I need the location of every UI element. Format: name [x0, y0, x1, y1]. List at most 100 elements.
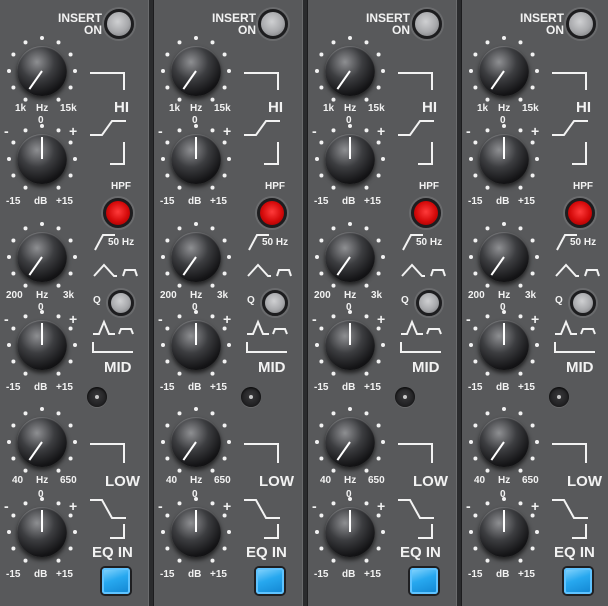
scale-dot [319, 271, 324, 276]
mid-q-button[interactable] [570, 290, 596, 316]
low-gain-knob[interactable] [325, 507, 375, 557]
scale-dot [469, 343, 473, 347]
mid-gain-knob[interactable] [325, 320, 375, 370]
scale-dot [56, 411, 61, 416]
hi-freq-knob[interactable] [479, 46, 529, 96]
insert-on-button[interactable] [566, 9, 596, 39]
scale-dot [364, 501, 369, 506]
scale-dot [376, 359, 381, 364]
scale-dot [68, 173, 73, 178]
scale-dot [502, 124, 506, 128]
low-freq-knob[interactable] [171, 417, 221, 467]
eq-in-button[interactable] [564, 568, 592, 594]
scale-dot [177, 501, 182, 506]
scale-dot [535, 440, 539, 444]
scale-dot [68, 456, 73, 461]
scale-dot [315, 440, 319, 444]
scale-dot [518, 558, 523, 563]
scale-dot [535, 255, 539, 259]
low-band-label: LOW [567, 473, 602, 490]
mid-q-button[interactable] [108, 290, 134, 316]
scale-dot [319, 140, 324, 145]
mid-gain-max-label: +15 [210, 382, 227, 393]
low-gain-knob[interactable] [479, 507, 529, 557]
scale-dot [56, 468, 61, 473]
hpf-button[interactable] [411, 198, 441, 228]
low-freq-min-label: 40 [474, 475, 486, 486]
mid-gain-knob[interactable] [171, 320, 221, 370]
insert-on-button[interactable] [258, 9, 288, 39]
hpf-button[interactable] [565, 198, 595, 228]
scale-dot [319, 423, 324, 428]
scale-dot [502, 497, 506, 501]
mid-freq-knob[interactable] [171, 232, 221, 282]
scale-dot [222, 173, 227, 178]
scale-dot [68, 238, 73, 243]
hi-gain-knob[interactable] [171, 134, 221, 184]
hpf-label: HPF [265, 181, 285, 192]
low-gain-knob[interactable] [171, 507, 221, 557]
scale-dot [68, 326, 73, 331]
mid-freq-max-label: 3k [525, 290, 537, 301]
scale-dot [222, 546, 227, 551]
hpf-frequency-label: 50 Hz [262, 237, 289, 248]
mid-freq-knob[interactable] [479, 232, 529, 282]
scale-dot [348, 124, 352, 128]
knob-indicator [490, 441, 505, 461]
scale-dot [376, 271, 381, 276]
scale-dot [502, 310, 506, 314]
scale-dot [165, 359, 170, 364]
hpf-frequency-label: 50 Hz [416, 237, 443, 248]
hi-gain-knob[interactable] [479, 134, 529, 184]
scale-dot [376, 140, 381, 145]
hi-freq-min-label: 1k [323, 103, 335, 114]
mid-gain-knob[interactable] [479, 320, 529, 370]
scale-dot [315, 530, 319, 534]
low-shelf-shape-icon [398, 499, 434, 539]
low-shelf-shape-icon [90, 499, 126, 539]
low-gain-knob[interactable] [17, 507, 67, 557]
scale-dot [530, 238, 535, 243]
hpf-button[interactable] [103, 198, 133, 228]
eq-in-button[interactable] [102, 568, 130, 594]
mid-gain-unit-label: dB [188, 382, 202, 393]
hi-freq-knob[interactable] [325, 46, 375, 96]
hpf-button[interactable] [257, 198, 287, 228]
eq-in-label: EQ IN [92, 544, 133, 561]
eq-in-button[interactable] [410, 568, 438, 594]
mid-gain-knob[interactable] [17, 320, 67, 370]
scale-dot [319, 326, 324, 331]
hi-freq-knob[interactable] [17, 46, 67, 96]
scale-dot [319, 456, 324, 461]
insert-on-button[interactable] [412, 9, 442, 39]
hi-freq-knob[interactable] [171, 46, 221, 96]
low-freq-min-label: 40 [12, 475, 24, 486]
scale-dot [319, 546, 324, 551]
knob-indicator [490, 256, 505, 276]
scale-dot [473, 546, 478, 551]
scale-dot [518, 314, 523, 319]
hi-gain-knob[interactable] [17, 134, 67, 184]
eq-in-button[interactable] [256, 568, 284, 594]
mid-q-button[interactable] [262, 290, 288, 316]
mid-freq-knob[interactable] [17, 232, 67, 282]
scale-dot [381, 69, 385, 73]
scale-dot [194, 124, 198, 128]
knob-indicator [182, 441, 197, 461]
scale-dot [222, 423, 227, 428]
hi-gain-knob[interactable] [325, 134, 375, 184]
insert-on-button[interactable] [104, 9, 134, 39]
mid-q-button[interactable] [416, 290, 442, 316]
low-freq-knob[interactable] [479, 417, 529, 467]
scale-dot [194, 36, 198, 40]
low-freq-unit-label: Hz [498, 475, 511, 486]
low-freq-knob[interactable] [17, 417, 67, 467]
scale-dot [518, 411, 523, 416]
scale-dot [222, 140, 227, 145]
mid-freq-knob[interactable] [325, 232, 375, 282]
scale-dot [68, 423, 73, 428]
low-freq-knob[interactable] [325, 417, 375, 467]
knob-indicator [503, 510, 505, 532]
scale-dot [469, 69, 473, 73]
mid-gain-unit-label: dB [496, 382, 510, 393]
